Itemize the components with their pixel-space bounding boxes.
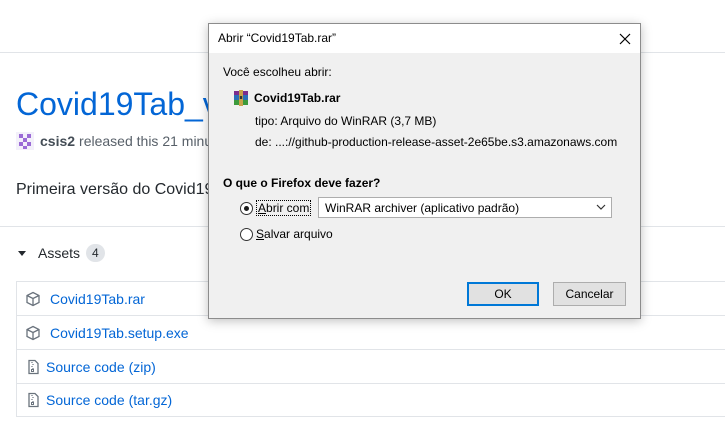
release-title[interactable]: Covid19Tab_v	[16, 86, 219, 123]
winrar-icon	[234, 90, 248, 106]
save-file-text: alvar arquivo	[264, 227, 333, 241]
file-zip-icon	[28, 392, 39, 408]
assets-count-badge: 4	[86, 244, 105, 262]
author-link[interactable]: csis2	[40, 133, 75, 149]
save-file-mnemonic: S	[256, 227, 265, 241]
open-file-dialog: Abrir “Covid19Tab.rar” Você escolheu abr…	[208, 23, 641, 319]
close-button[interactable]	[614, 28, 636, 50]
open-with-text: brir com	[266, 201, 310, 215]
dialog-body: Você escolheu abrir: Covid19Tab.rar tipo…	[209, 53, 640, 318]
save-file-label[interactable]: Salvar arquivo	[256, 227, 333, 241]
asset-ext[interactable]: (tar.gz)	[129, 392, 173, 408]
asset-row: Covid19Tab.setup.exe	[16, 315, 725, 349]
file-zip-icon	[28, 359, 39, 374]
release-byline: csis2 released this 21 minut	[16, 132, 216, 150]
asset-link[interactable]: Source code	[46, 392, 125, 408]
package-icon	[26, 325, 40, 340]
package-icon	[26, 291, 40, 306]
asset-link[interactable]: Source code	[46, 359, 125, 375]
close-icon	[619, 33, 631, 45]
action-question: O que o Firefox deve fazer?	[223, 176, 381, 190]
dialog-title: Abrir “Covid19Tab.rar”	[218, 31, 337, 45]
chosen-label: Você escolheu abrir:	[223, 65, 332, 79]
open-with-radio[interactable]	[240, 202, 253, 215]
release-description: Primeira versão do Covid19	[16, 181, 214, 198]
asset-link[interactable]: Covid19Tab.setup.exe	[50, 325, 189, 341]
asset-row: Source code (zip)	[16, 349, 725, 383]
chevron-down-icon	[596, 204, 606, 210]
file-type: tipo: Arquivo do WinRAR (3,7 MB)	[255, 114, 437, 128]
asset-row: Source code (tar.gz)	[16, 383, 725, 417]
caret-down-icon	[18, 250, 26, 256]
asset-ext[interactable]: (zip)	[129, 359, 156, 375]
file-name: Covid19Tab.rar	[254, 91, 341, 105]
file-source: de: ...://github-production-release-asse…	[255, 135, 618, 149]
save-file-radio[interactable]	[240, 228, 253, 241]
dialog-titlebar[interactable]: Abrir “Covid19Tab.rar”	[209, 24, 640, 52]
assets-toggle[interactable]: Assets 4	[18, 244, 105, 262]
assets-label: Assets	[38, 245, 81, 261]
asset-link[interactable]: Covid19Tab.rar	[50, 291, 145, 307]
open-with-mnemonic: A	[258, 201, 267, 215]
avatar[interactable]	[16, 132, 34, 150]
app-select-value: WinRAR archiver (aplicativo padrão)	[325, 200, 520, 215]
released-text: released this 21 minut	[79, 133, 217, 149]
cancel-button[interactable]: Cancelar	[553, 282, 626, 306]
app-select[interactable]: WinRAR archiver (aplicativo padrão)	[318, 197, 612, 218]
ok-button[interactable]: OK	[467, 282, 539, 306]
open-with-label[interactable]: Abrir com	[256, 200, 312, 216]
